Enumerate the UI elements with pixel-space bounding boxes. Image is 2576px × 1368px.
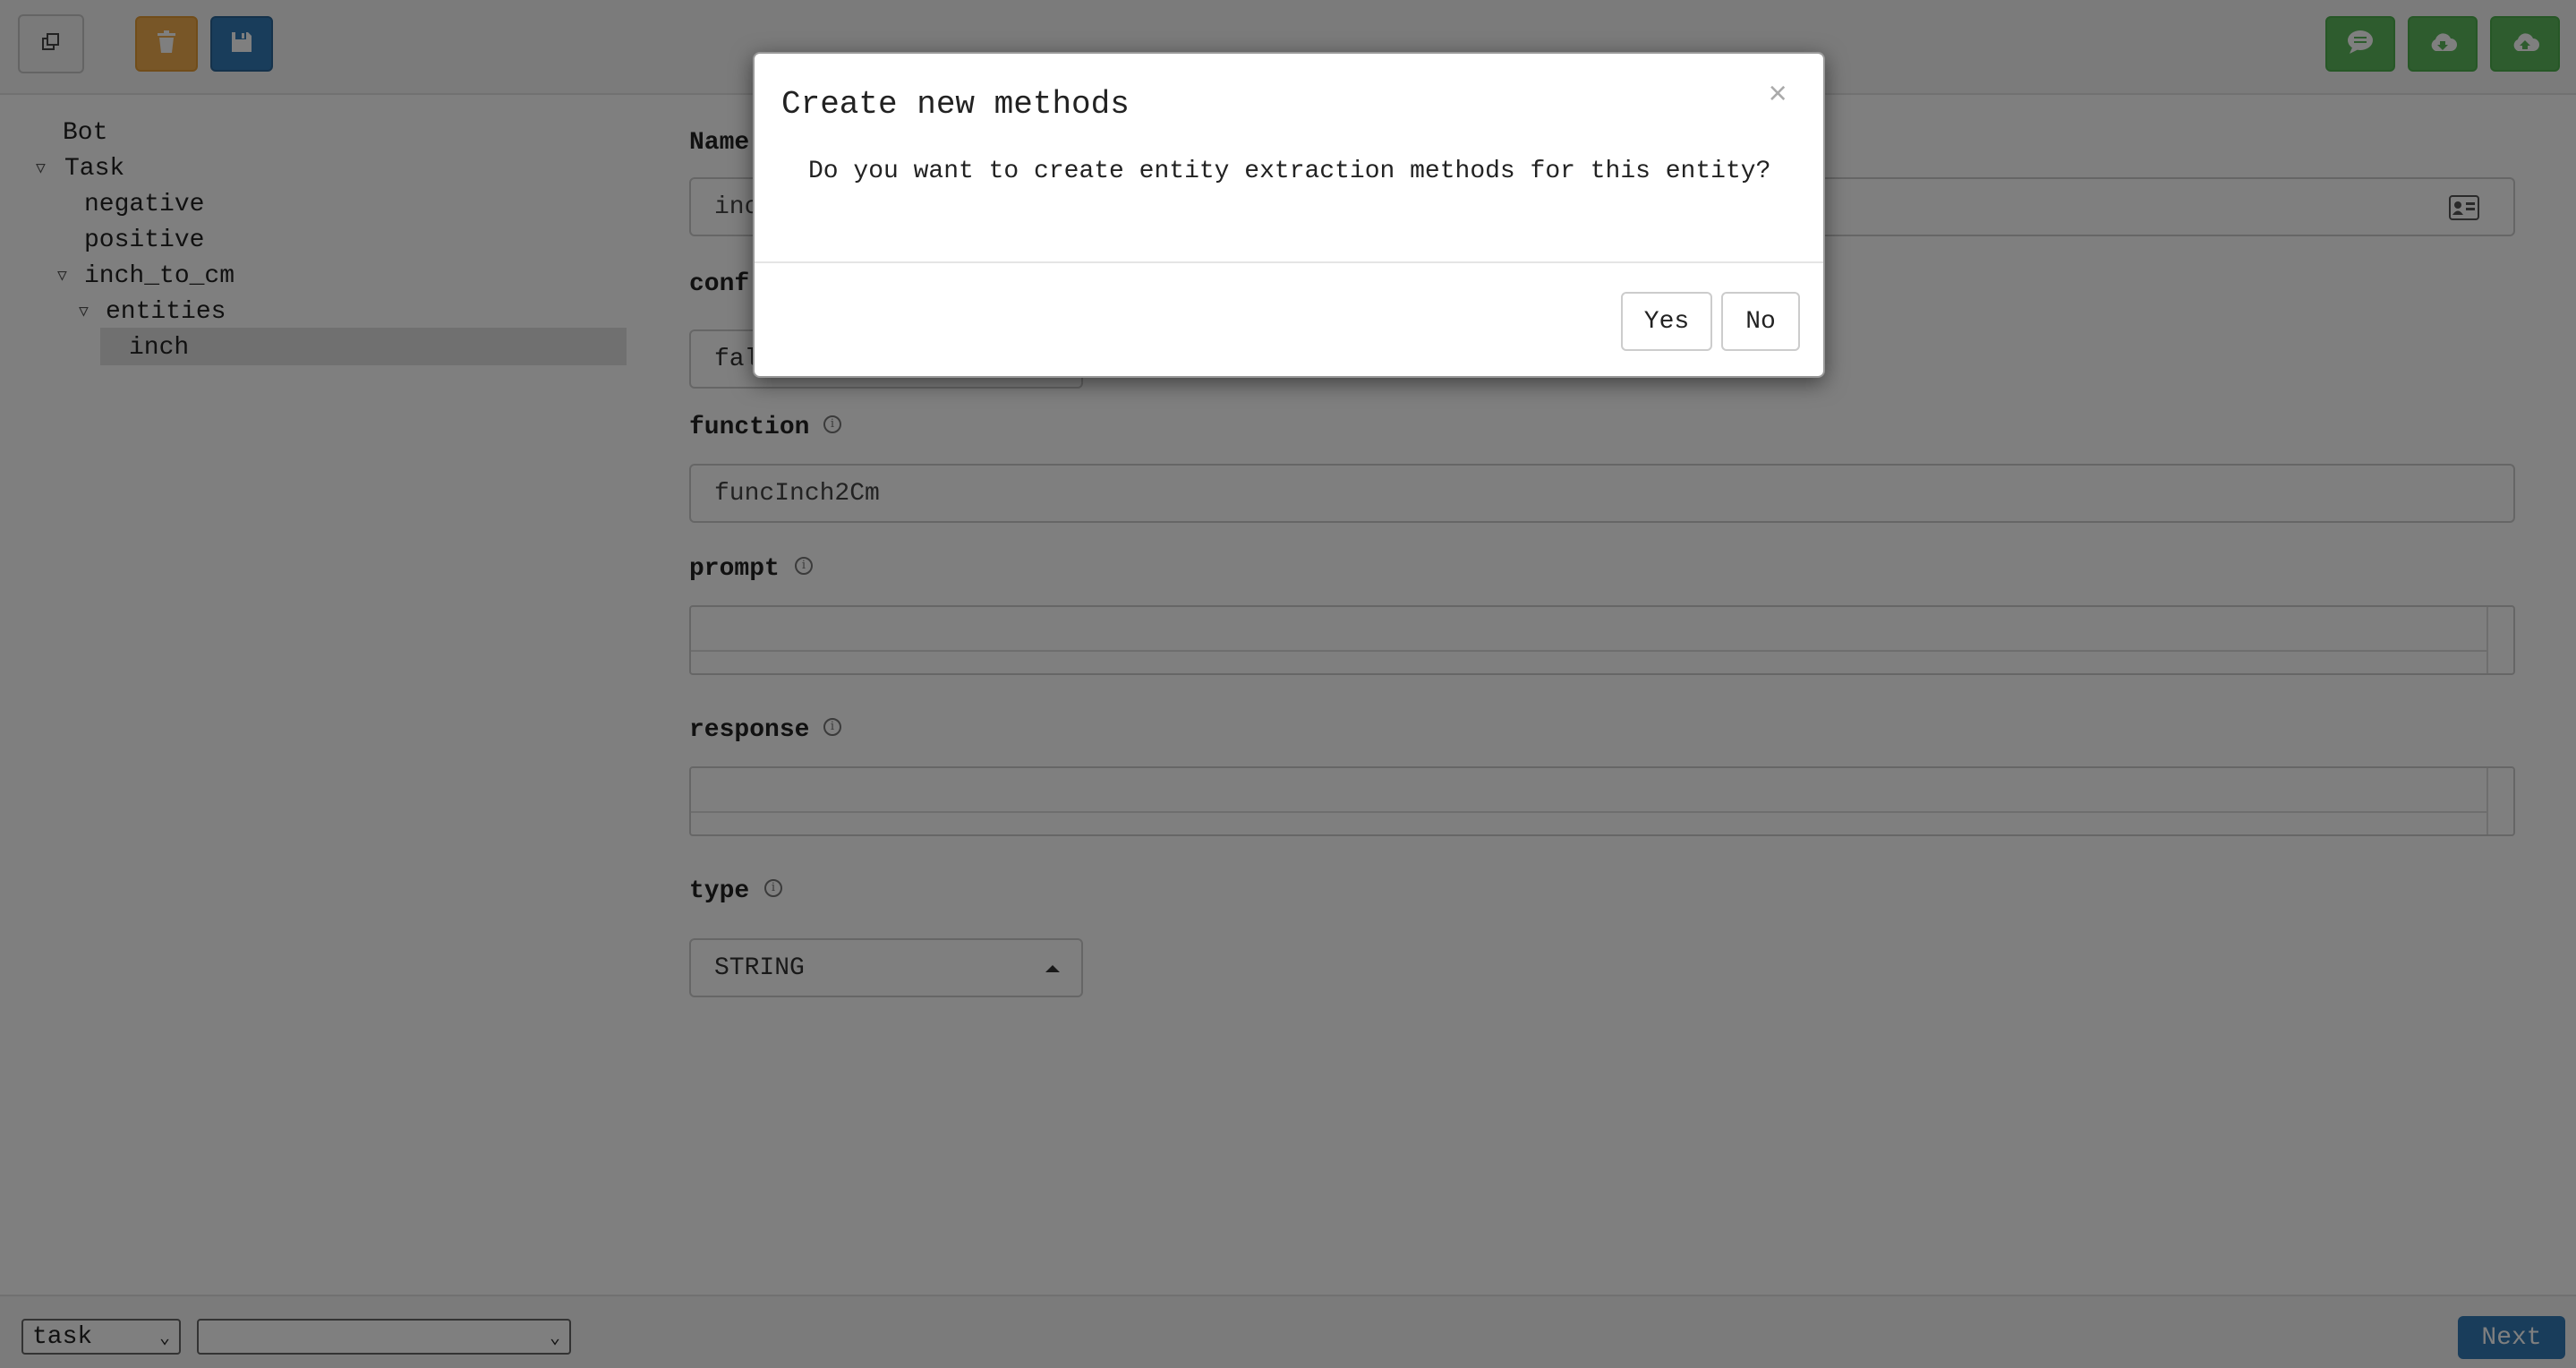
yes-button[interactable]: Yes (1621, 292, 1712, 351)
close-icon[interactable]: × (1768, 77, 1787, 114)
dialog-title: Create new methods (781, 86, 1130, 123)
create-methods-dialog: Create new methods × Do you want to crea… (753, 52, 1825, 378)
no-button[interactable]: No (1721, 292, 1800, 351)
dialog-divider (755, 261, 1823, 263)
dialog-message: Do you want to create entity extraction … (808, 158, 1771, 185)
